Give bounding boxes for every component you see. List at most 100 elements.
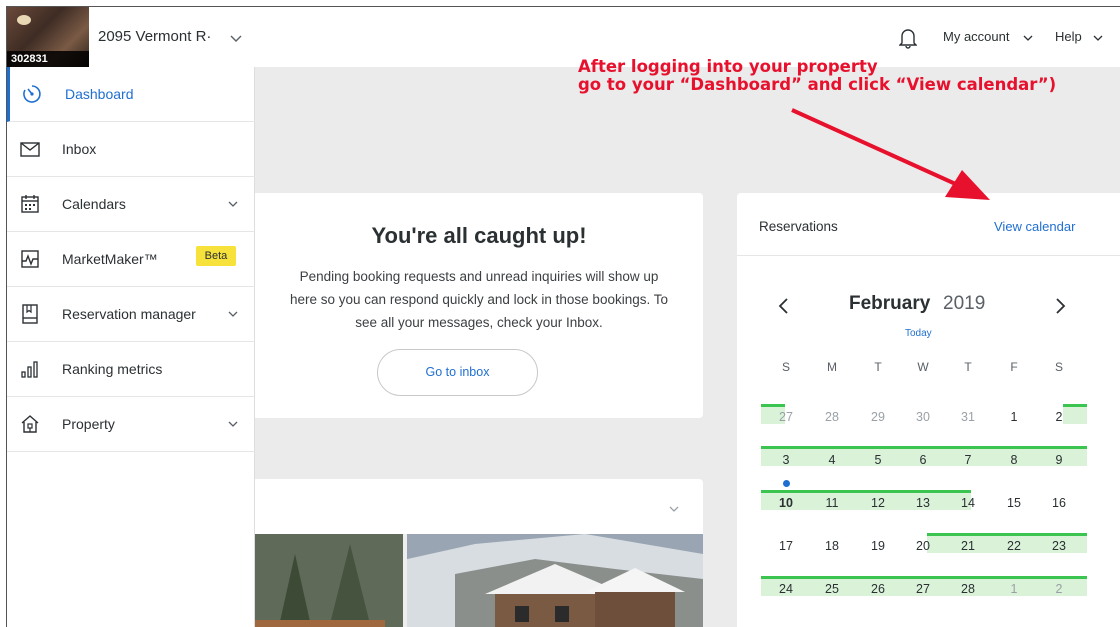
calendar-day[interactable]: 15 bbox=[999, 496, 1029, 510]
reservations-title: Reservations bbox=[759, 219, 838, 234]
calendar-day[interactable]: 5 bbox=[863, 453, 893, 467]
calendar-day[interactable]: 23 bbox=[1044, 539, 1074, 553]
sidebar-item-dashboard[interactable]: Dashboard bbox=[7, 67, 255, 122]
sidebar-item-label: Dashboard bbox=[65, 86, 134, 102]
calendar-day[interactable]: 13 bbox=[908, 496, 938, 510]
chevron-down-icon bbox=[228, 421, 238, 427]
sidebar-item-label: Calendars bbox=[62, 196, 126, 212]
weekday-label: T bbox=[964, 360, 972, 374]
calendar-day[interactable]: 11 bbox=[817, 496, 847, 510]
caught-up-message-line: here so you can respond quickly and lock… bbox=[290, 292, 668, 307]
calendar-day[interactable]: 26 bbox=[863, 582, 893, 596]
calendar-day[interactable]: 1 bbox=[999, 582, 1029, 596]
calendar-day[interactable]: 17 bbox=[771, 539, 801, 553]
property-photo-art bbox=[255, 534, 703, 627]
sidebar-item-label: Reservation manager bbox=[62, 306, 196, 322]
calendar-day[interactable]: 2 bbox=[1044, 410, 1074, 424]
property-id: 302831 bbox=[7, 51, 89, 67]
calendar-day[interactable]: 3 bbox=[771, 453, 801, 467]
property-thumbnail[interactable]: 302831 bbox=[7, 7, 89, 67]
sidebar-item-label: Property bbox=[62, 416, 115, 432]
property-photo bbox=[255, 534, 703, 627]
sidebar-item-property[interactable]: Property bbox=[7, 397, 255, 452]
divider bbox=[737, 255, 1120, 256]
chevron-down-icon[interactable] bbox=[229, 31, 243, 45]
chevron-left-icon[interactable] bbox=[777, 297, 791, 315]
reservations-card: Reservations View calendar February 2019… bbox=[737, 193, 1120, 627]
app-window: 302831 2095 Vermont R· My account Help D… bbox=[6, 6, 1120, 627]
calendar-month: February bbox=[849, 293, 931, 314]
chevron-down-icon[interactable] bbox=[1022, 32, 1034, 44]
bell-icon[interactable] bbox=[899, 27, 917, 49]
caught-up-message-line: Pending booking requests and unread inqu… bbox=[299, 269, 659, 284]
weekday-label: M bbox=[827, 360, 837, 374]
chevron-down-icon bbox=[228, 201, 238, 207]
sidebar-item-inbox[interactable]: Inbox bbox=[7, 122, 255, 177]
calendar-day[interactable]: 16 bbox=[1044, 496, 1074, 510]
view-calendar-link[interactable]: View calendar bbox=[994, 219, 1075, 234]
calendar-day[interactable]: 9 bbox=[1044, 453, 1074, 467]
calendar-day[interactable]: 21 bbox=[953, 539, 983, 553]
calendar-day[interactable]: 6 bbox=[908, 453, 938, 467]
sidebar-item-reservation-manager[interactable]: Reservation manager bbox=[7, 287, 255, 342]
pulse-icon bbox=[21, 250, 39, 268]
sidebar-item-marketmaker[interactable]: MarketMaker™ Beta bbox=[7, 232, 255, 287]
calendar-day[interactable]: 28 bbox=[953, 582, 983, 596]
calendar-day[interactable]: 25 bbox=[817, 582, 847, 596]
caught-up-message: Pending booking requests and unread inqu… bbox=[255, 265, 703, 334]
envelope-icon bbox=[20, 142, 40, 157]
weekday-label: S bbox=[781, 360, 790, 374]
chevron-right-icon[interactable] bbox=[1053, 297, 1067, 315]
calendar-day[interactable]: 18 bbox=[817, 539, 847, 553]
my-account-menu[interactable]: My account bbox=[943, 29, 1009, 44]
today-indicator bbox=[783, 480, 790, 487]
calendar-day[interactable]: 28 bbox=[817, 410, 847, 424]
property-name[interactable]: 2095 Vermont R· bbox=[98, 28, 211, 45]
bar-chart-icon bbox=[21, 361, 38, 378]
dashboard-icon bbox=[23, 85, 41, 103]
weekday-label: W bbox=[917, 360, 929, 374]
sidebar-item-calendars[interactable]: Calendars bbox=[7, 177, 255, 232]
calendar-day[interactable]: 22 bbox=[999, 539, 1029, 553]
calendar-day[interactable]: 27 bbox=[771, 410, 801, 424]
calendar-year: 2019 bbox=[943, 293, 986, 314]
caught-up-message-line: see all your messages, check your Inbox. bbox=[355, 315, 603, 330]
calendar-day[interactable]: 2 bbox=[1044, 582, 1074, 596]
today-link[interactable]: Today bbox=[905, 328, 932, 339]
weekday-label: F bbox=[1010, 360, 1018, 374]
annotation-line: go to your “Dashboard” and click “View c… bbox=[578, 75, 1057, 94]
tutorial-annotation: After logging into your property go to y… bbox=[578, 58, 1056, 94]
weekday-label: S bbox=[1054, 360, 1063, 374]
thumbnail-lamp bbox=[17, 15, 31, 25]
calendar-day[interactable]: 30 bbox=[908, 410, 938, 424]
property-photo-card bbox=[255, 479, 703, 627]
calendar-day[interactable]: 24 bbox=[771, 582, 801, 596]
sidebar: Dashboard Inbox Calendars MarketMaker™ B… bbox=[7, 67, 255, 627]
calendar-day-today[interactable]: 10 bbox=[771, 496, 801, 510]
house-icon bbox=[21, 415, 39, 433]
calendar-day[interactable]: 1 bbox=[999, 410, 1029, 424]
help-menu[interactable]: Help bbox=[1055, 29, 1082, 44]
weekday-label: T bbox=[874, 360, 882, 374]
calendar-day[interactable]: 8 bbox=[999, 453, 1029, 467]
chevron-down-icon bbox=[228, 311, 238, 317]
calendar-icon bbox=[21, 195, 39, 213]
sidebar-item-label: Inbox bbox=[62, 141, 97, 157]
calendar-day[interactable]: 27 bbox=[908, 582, 938, 596]
calendar-day[interactable]: 19 bbox=[863, 539, 893, 553]
annotation-line: After logging into your property bbox=[578, 57, 878, 76]
calendar-day[interactable]: 31 bbox=[953, 410, 983, 424]
calendar-day[interactable]: 20 bbox=[908, 539, 938, 553]
calendar-day[interactable]: 12 bbox=[863, 496, 893, 510]
book-icon bbox=[22, 304, 38, 324]
sidebar-item-ranking-metrics[interactable]: Ranking metrics bbox=[7, 342, 255, 397]
sidebar-item-label: Ranking metrics bbox=[62, 361, 163, 377]
calendar-day[interactable]: 4 bbox=[817, 453, 847, 467]
chevron-down-icon[interactable] bbox=[1092, 32, 1104, 44]
go-to-inbox-button[interactable]: Go to inbox bbox=[377, 349, 538, 396]
chevron-down-icon[interactable] bbox=[668, 503, 680, 515]
calendar-day[interactable]: 14 bbox=[953, 496, 983, 510]
calendar-day[interactable]: 29 bbox=[863, 410, 893, 424]
calendar-day[interactable]: 7 bbox=[953, 453, 983, 467]
caught-up-title: You're all caught up! bbox=[371, 223, 587, 248]
